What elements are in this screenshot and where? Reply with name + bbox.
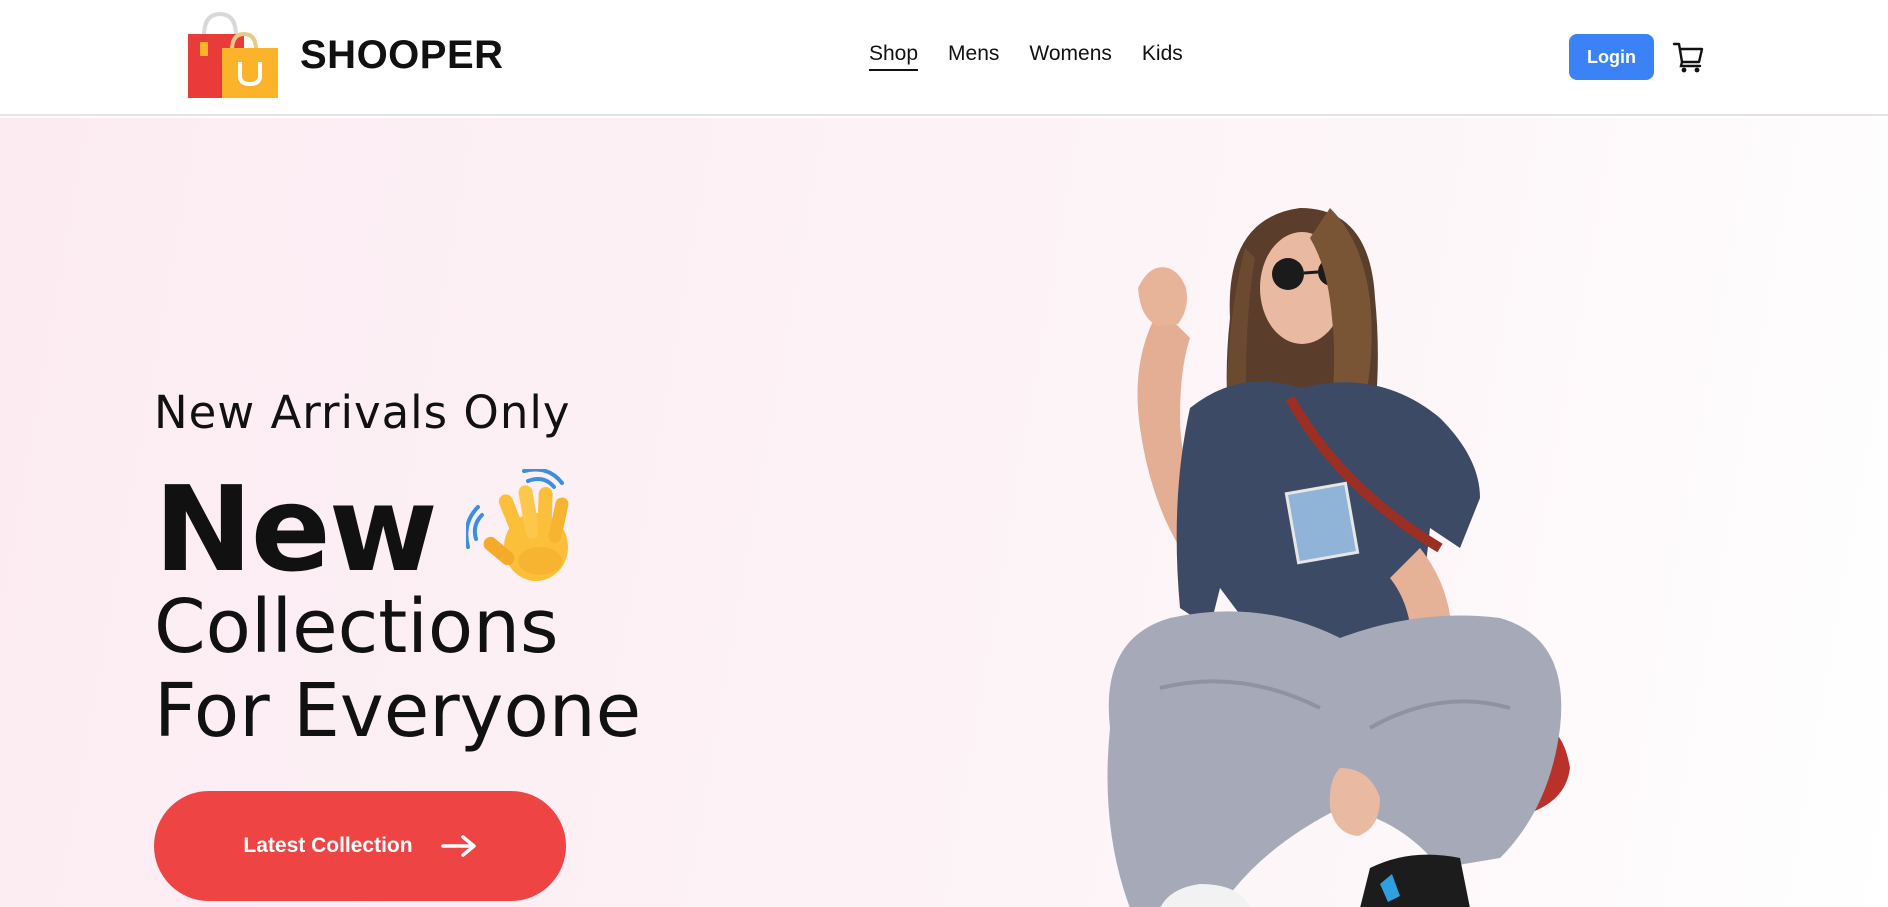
hero-headline: New <box>154 460 586 598</box>
latest-collection-label: Latest Collection <box>243 834 413 857</box>
shopping-bags-icon <box>188 11 278 98</box>
hero-section: New Arrivals Only New Collections For Ev… <box>0 118 1888 907</box>
nav-item-mens[interactable]: Mens <box>948 42 999 71</box>
login-button[interactable]: Login <box>1569 34 1654 80</box>
waving-hand-icon <box>465 469 569 581</box>
shopping-cart-icon[interactable] <box>1672 40 1706 74</box>
arrow-right-icon <box>440 835 476 857</box>
nav-item-kids[interactable]: Kids <box>1142 42 1183 71</box>
brand[interactable]: SHOOPER <box>186 10 504 100</box>
hero-headline-word: New <box>154 460 438 598</box>
hero-line-everyone: For Everyone <box>154 668 642 754</box>
site-header: SHOOPER Shop Mens Womens Kids Login <box>0 0 1888 116</box>
nav-item-shop[interactable]: Shop <box>869 42 919 72</box>
hero-line-collections: Collections <box>154 584 559 670</box>
main-nav: Shop Mens Womens Kids <box>869 42 1183 72</box>
latest-collection-button[interactable]: Latest Collection <box>154 791 566 901</box>
hero-model-image <box>1107 208 1570 907</box>
hero-kicker: New Arrivals Only <box>154 386 571 439</box>
nav-item-womens[interactable]: Womens <box>1029 42 1111 71</box>
brand-name: SHOOPER <box>300 32 504 77</box>
